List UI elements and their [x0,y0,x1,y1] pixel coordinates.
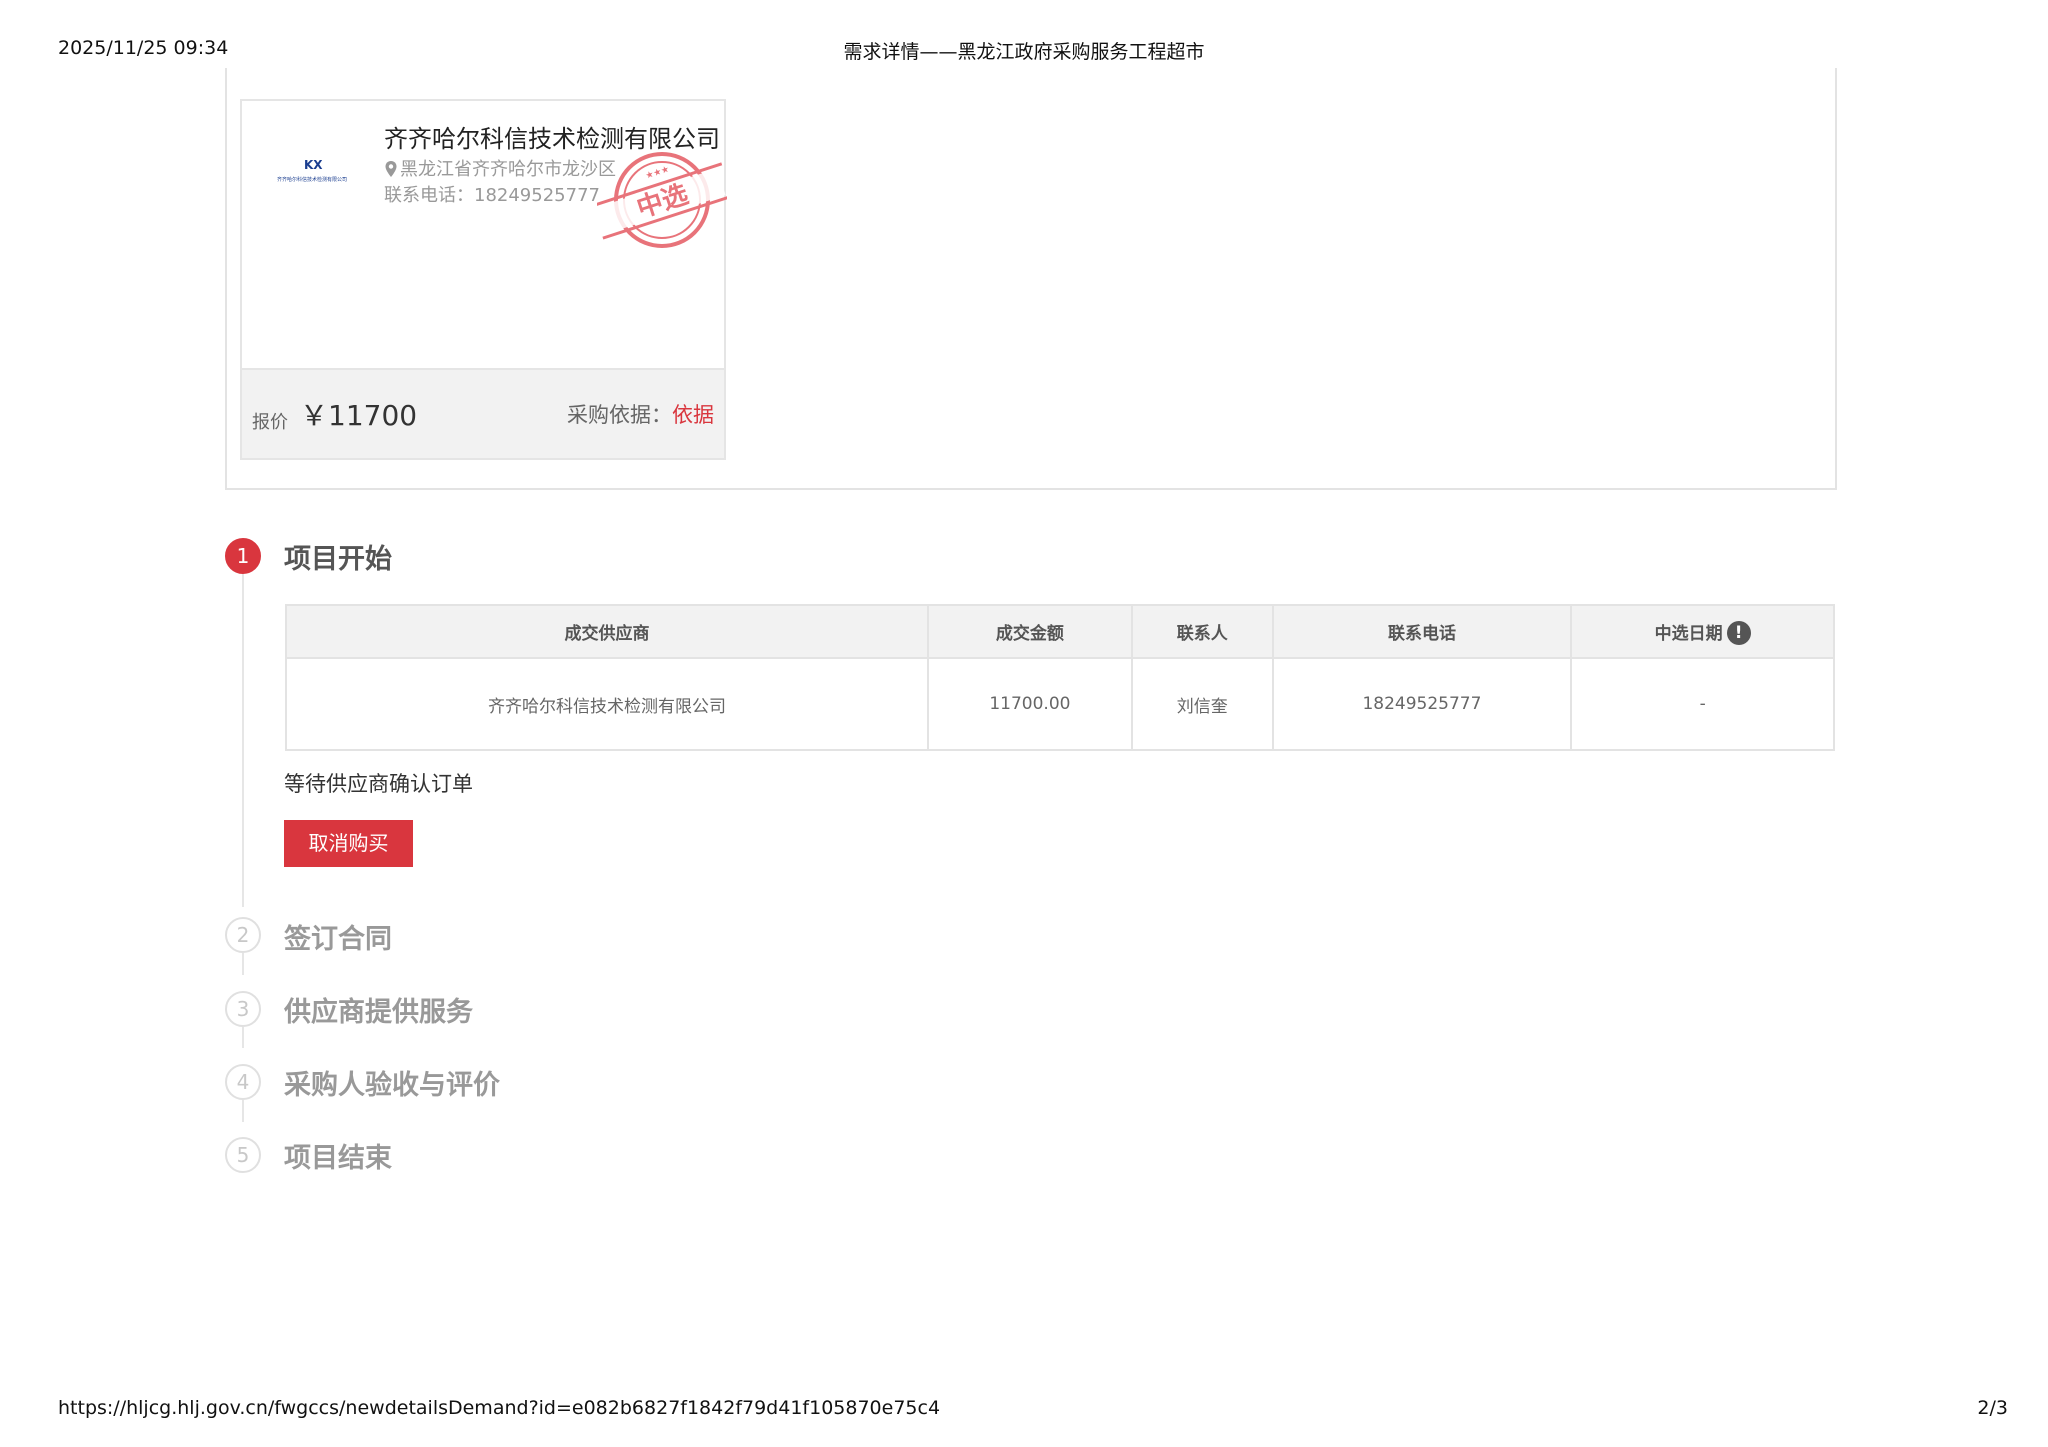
procurement-basis: 采购依据：依据 [567,399,714,429]
supplier-address: 黑龙江省齐齐哈尔市龙沙区 [384,155,616,181]
selected-stamp-icon: 中选 ★★★ [597,152,727,248]
basis-label: 采购依据： [567,403,672,427]
col-supplier: 成交供应商 [284,604,930,659]
cell-phone: 18249525777 [1271,657,1573,751]
step-2-number: 2 [225,917,261,953]
cell-amount: 11700.00 [927,657,1133,751]
print-page-number: 2/3 [1977,1397,2008,1419]
step-3-number: 3 [225,991,261,1027]
supplier-address-text: 黑龙江省齐齐哈尔市龙沙区 [400,159,616,180]
order-status-text: 等待供应商确认订单 [284,772,473,796]
card-footer: 报价 ￥11700 采购依据：依据 [242,368,724,458]
logo-letters: KX [304,158,323,172]
table-row: 齐齐哈尔科信技术检测有限公司 11700.00 刘信奎 18249525777 … [284,657,1835,751]
cell-selected-date: - [1570,657,1835,751]
step-connector [242,953,244,975]
col-selected-date: 中选日期! [1570,604,1835,659]
col-amount: 成交金额 [927,604,1133,659]
basis-link[interactable]: 依据 [672,403,714,427]
svg-text:★★★: ★★★ [645,165,671,182]
price-value: ￥11700 [300,399,418,432]
print-page-title: 需求详情——黑龙江政府采购服务工程超市 [843,41,1205,63]
step-connector [242,1027,244,1048]
price-label: 报价 [252,412,288,433]
logo-caption: 齐齐哈尔科信技术检测有限公司 [277,176,347,183]
step-connector [242,574,244,907]
col-contact: 联系人 [1130,604,1274,659]
col-phone: 联系电话 [1271,604,1573,659]
cell-supplier: 齐齐哈尔科信技术检测有限公司 [284,657,930,751]
deal-table: 成交供应商 成交金额 联系人 联系电话 中选日期! 齐齐哈尔科信技术检测有限公司… [284,604,1835,751]
company-logo: KX 齐齐哈尔科信技术检测有限公司 [277,158,347,183]
supplier-phone: 联系电话：18249525777 [384,185,600,206]
step-3-title: 供应商提供服务 [284,997,473,1028]
stamp-text: 中选 [633,180,692,225]
step-4-title: 采购人验收与评价 [284,1070,500,1101]
step-5-number: 5 [225,1137,261,1173]
col-selected-date-label: 中选日期 [1654,623,1723,644]
print-url: https://hljcg.hlj.gov.cn/fwgccs/newdetai… [58,1397,941,1419]
step-4-number: 4 [225,1064,261,1100]
location-pin-icon [385,161,397,177]
step-1-title: 项目开始 [284,544,392,575]
supplier-card: KX 齐齐哈尔科信技术检测有限公司 齐齐哈尔科信技术检测有限公司 黑龙江省齐齐哈… [240,99,727,460]
cancel-purchase-button[interactable]: 取消购买 [284,820,413,867]
table-header-row: 成交供应商 成交金额 联系人 联系电话 中选日期! [284,604,1835,659]
step-5-title: 项目结束 [284,1143,392,1174]
step-2-title: 签订合同 [284,924,392,955]
step-1-number: 1 [225,538,261,574]
cell-contact: 刘信奎 [1130,657,1274,751]
step-connector [242,1100,244,1122]
info-icon[interactable]: ! [1726,620,1751,645]
